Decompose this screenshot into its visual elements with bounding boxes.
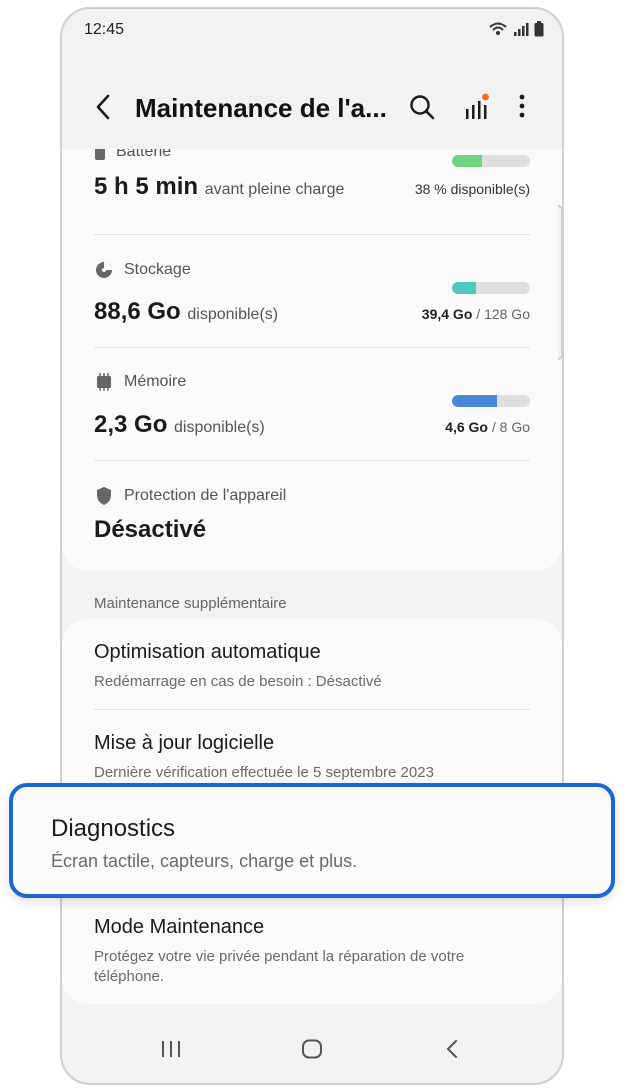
search-icon[interactable] xyxy=(408,93,436,121)
storage-total: 128 Go xyxy=(484,306,530,322)
battery-value-text: 5 h 5 min xyxy=(94,173,199,200)
storage-bar-fill xyxy=(452,282,477,294)
battery-icon xyxy=(95,149,105,160)
usage-stats-icon[interactable] xyxy=(462,93,490,121)
storage-used: 39,4 Go xyxy=(421,306,473,322)
status-time: 12:45 xyxy=(84,21,125,38)
storage-bar xyxy=(452,282,530,294)
divider xyxy=(94,709,530,710)
protection-header: Protection de l'appareil xyxy=(94,486,530,506)
recent-apps-icon[interactable] xyxy=(160,1039,182,1059)
back-nav-icon[interactable] xyxy=(444,1039,460,1059)
software-update-subtitle: Dernière vérification effectuée le 5 sep… xyxy=(94,764,434,781)
battery-detail: 38 % disponible(s) xyxy=(414,181,530,197)
navigation-bar xyxy=(62,1013,562,1083)
memory-label: Mémoire xyxy=(124,373,187,390)
content-scroll[interactable]: Batterie 5 h 5 min avant pleine charge 3… xyxy=(62,149,562,1083)
memory-value-text: 2,3 Go xyxy=(94,411,168,438)
protection-label: Protection de l'appareil xyxy=(124,487,287,504)
auto-optimization-subtitle: Redémarrage en cas de besoin : Désactivé xyxy=(94,673,382,690)
maintenance-mode-item[interactable]: Mode Maintenance Protégez votre vie priv… xyxy=(94,916,530,987)
storage-item[interactable]: Stockage 88,6 Go disponible(s) 39,4 Go /… xyxy=(94,260,530,340)
page-title: Maintenance de l'a... xyxy=(135,93,387,123)
app-bar: Maintenance de l'a... xyxy=(62,79,562,139)
storage-label: Stockage xyxy=(124,261,191,278)
home-icon[interactable] xyxy=(301,1039,323,1059)
memory-total: 8 Go xyxy=(499,419,530,435)
battery-label: Batterie xyxy=(116,149,172,160)
memory-detail: 4,6 Go / 8 Go xyxy=(445,419,530,435)
maintenance-mode-title: Mode Maintenance xyxy=(94,916,265,938)
signal-icon xyxy=(514,23,529,36)
shield-icon xyxy=(97,487,111,505)
maintenance-mode-subtitle: Protégez votre vie privée pendant la rép… xyxy=(94,948,465,985)
divider xyxy=(94,460,530,461)
memory-bar xyxy=(452,395,530,407)
battery-unit: avant pleine charge xyxy=(204,181,345,198)
memory-header: Mémoire xyxy=(94,373,530,391)
memory-item[interactable]: Mémoire 2,3 Go disponible(s) 4,6 Go / 8 … xyxy=(94,373,530,453)
storage-value: 88,6 Go disponible(s) xyxy=(94,298,278,326)
battery-value: 5 h 5 min avant pleine charge xyxy=(94,173,344,201)
section-header: Maintenance supplémentaire xyxy=(94,595,287,612)
divider xyxy=(94,347,530,348)
battery-item[interactable]: Batterie 5 h 5 min avant pleine charge 3… xyxy=(94,149,530,213)
memory-bar-fill xyxy=(452,395,497,407)
storage-value-text: 88,6 Go xyxy=(94,298,181,325)
battery-bar xyxy=(452,155,530,167)
auto-optimization-title: Optimisation automatique xyxy=(94,641,321,663)
back-arrow-icon[interactable] xyxy=(92,93,116,121)
more-options-icon[interactable] xyxy=(512,93,532,121)
protection-value: Désactivé xyxy=(94,516,207,543)
divider xyxy=(94,234,530,235)
auto-optimization-item[interactable]: Optimisation automatique Redémarrage en … xyxy=(94,641,530,692)
device-care-card: Batterie 5 h 5 min avant pleine charge 3… xyxy=(62,149,562,571)
battery-icon xyxy=(534,21,544,37)
diagnostics-item[interactable]: Diagnostics Écran tactile, capteurs, cha… xyxy=(9,783,615,898)
memory-value: 2,3 Go disponible(s) xyxy=(94,411,265,439)
device-protection-item[interactable]: Protection de l'appareil Désactivé xyxy=(94,486,530,556)
status-bar: 12:45 xyxy=(84,21,544,43)
memory-unit: disponible(s) xyxy=(174,419,265,436)
memory-used: 4,6 Go xyxy=(445,419,488,435)
wifi-icon xyxy=(489,22,507,35)
storage-unit: disponible(s) xyxy=(187,306,279,323)
diagnostics-title: Diagnostics xyxy=(51,815,176,842)
side-button xyxy=(558,205,563,360)
memory-chip-icon xyxy=(97,373,111,391)
phone-frame: 12:45 Maintenance de l'a... Batterie 5 h… xyxy=(60,7,564,1085)
storage-header: Stockage xyxy=(94,260,530,280)
diagnostics-subtitle: Écran tactile, capteurs, charge et plus. xyxy=(51,851,358,871)
software-update-title: Mise à jour logicielle xyxy=(94,732,275,754)
status-icons xyxy=(488,21,544,37)
battery-bar-fill xyxy=(452,155,482,167)
pie-chart-icon xyxy=(96,262,112,278)
software-update-item[interactable]: Mise à jour logicielle Dernière vérifica… xyxy=(94,732,530,783)
storage-detail: 39,4 Go / 128 Go xyxy=(421,306,530,322)
